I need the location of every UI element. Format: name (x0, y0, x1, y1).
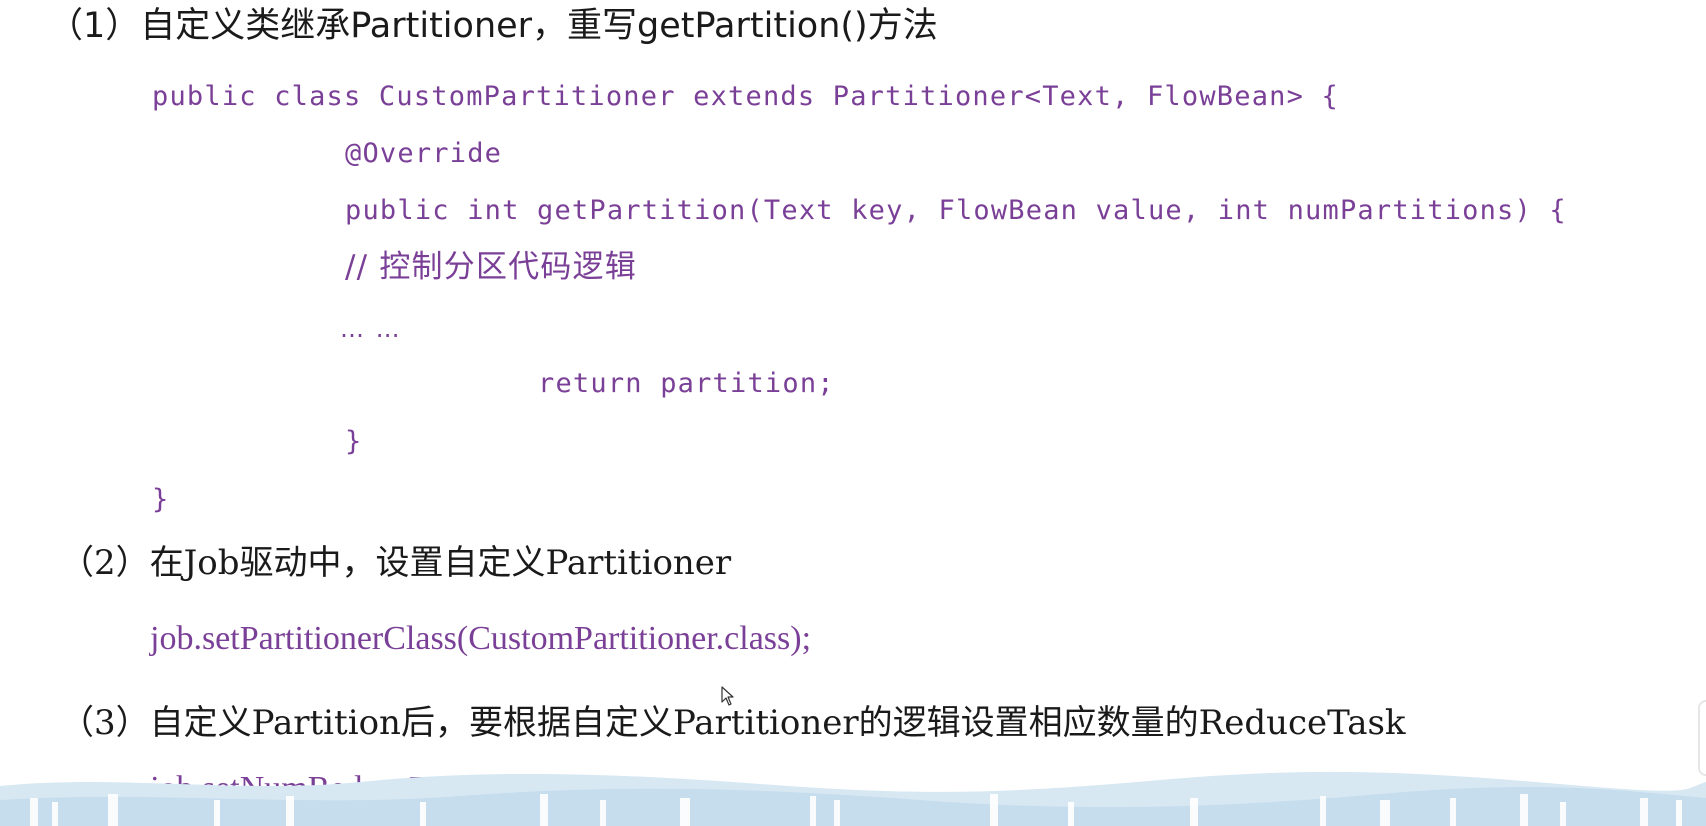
code-line-method-close-brace: } (345, 426, 363, 457)
footer-wave-decoration (0, 771, 1706, 826)
code-line-method-signature: public int getPartition(Text key, FlowBe… (345, 195, 1567, 226)
code-line-ellipsis: … … (340, 315, 402, 343)
slide: （1）自定义类继承Partitioner，重写getPartition()方法 … (0, 0, 1706, 826)
step1-heading: （1）自定义类继承Partitioner，重写getPartition()方法 (48, 6, 938, 46)
step2-code: job.setPartitionerClass(CustomPartitione… (150, 620, 812, 657)
step2-heading: （2）在Job驱动中，设置自定义Partitioner (60, 543, 732, 583)
step3-heading: （3）自定义Partition后，要根据自定义Partitioner的逻辑设置相… (60, 703, 1406, 743)
code-line-comment: // 控制分区代码逻辑 (345, 249, 637, 285)
code-line-return: return partition; (538, 368, 835, 399)
mouse-pointer-icon (721, 686, 734, 706)
code-line-override-annotation: @Override (345, 138, 503, 169)
code-line-class-close-brace: } (152, 484, 170, 515)
code-line-class-declaration: public class CustomPartitioner extends P… (152, 81, 1339, 112)
